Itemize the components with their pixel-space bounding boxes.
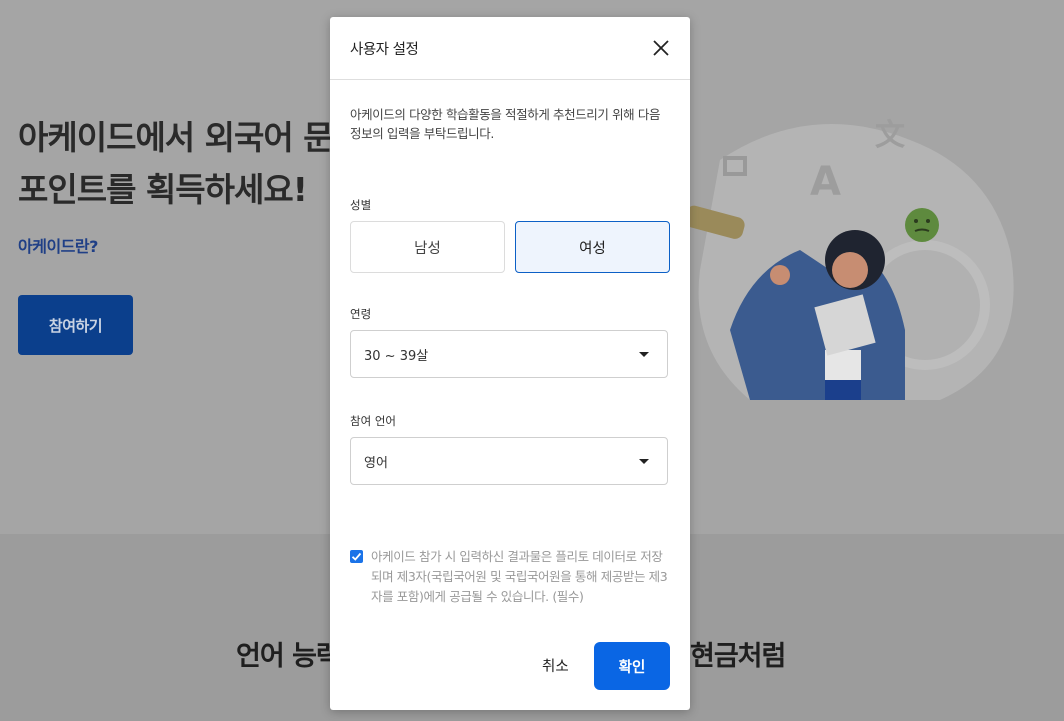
- gender-option-male[interactable]: 남성: [350, 221, 505, 273]
- close-icon[interactable]: [652, 39, 670, 57]
- language-label: 참여 언어: [350, 414, 396, 428]
- svg-text:文: 文: [875, 118, 905, 153]
- cancel-button[interactable]: 취소: [542, 655, 569, 676]
- join-button[interactable]: 참여하기: [18, 295, 133, 355]
- consent-text: 아케이드 참가 시 입력하신 결과물은 플리토 데이터로 저장되며 제3자(국립…: [371, 549, 668, 604]
- caret-down-icon: [639, 458, 649, 464]
- svg-text:A: A: [810, 159, 841, 205]
- age-select[interactable]: 30 ~ 39살: [350, 330, 668, 378]
- hero-title-line1: 아케이드에서 외국어 문: [18, 118, 334, 157]
- hero-title: 아케이드에서 외국어 문 포인트를 획득하세요!: [18, 112, 358, 216]
- consent-row: 아케이드 참가 시 입력하신 결과물은 플리토 데이터로 저장되며 제3자(국립…: [350, 547, 670, 607]
- hero-illustration: A 文: [690, 118, 1014, 400]
- caret-down-icon: [639, 351, 649, 357]
- bottom-heading-left: 언어 능력: [236, 641, 341, 672]
- hero-title-line2: 포인트를 획득하세요!: [18, 170, 308, 209]
- dialog-header: 사용자 설정: [330, 17, 690, 80]
- check-icon: [351, 552, 362, 561]
- age-select-value: 30 ~ 39살: [364, 348, 429, 364]
- dialog-title: 사용자 설정: [350, 42, 419, 58]
- dialog-intro-text: 아케이드의 다양한 학습활동을 적절하게 추천드리기 위해 다음 정보의 입력을…: [350, 107, 661, 141]
- confirm-button[interactable]: 확인: [594, 642, 670, 690]
- bottom-heading-right: 현금처럼: [690, 641, 786, 672]
- gender-toggle-group: 남성 여성: [350, 221, 670, 273]
- language-select[interactable]: 영어: [350, 437, 668, 485]
- about-arcade-link[interactable]: 아케이드란?: [18, 233, 98, 257]
- consent-checkbox[interactable]: [350, 550, 363, 563]
- user-settings-dialog: 사용자 설정 아케이드의 다양한 학습활동을 적절하게 추천드리기 위해 다음 …: [330, 17, 690, 710]
- language-select-value: 영어: [364, 455, 388, 471]
- gender-option-female[interactable]: 여성: [515, 221, 670, 273]
- age-label: 연령: [350, 307, 372, 321]
- gender-label: 성별: [350, 198, 372, 212]
